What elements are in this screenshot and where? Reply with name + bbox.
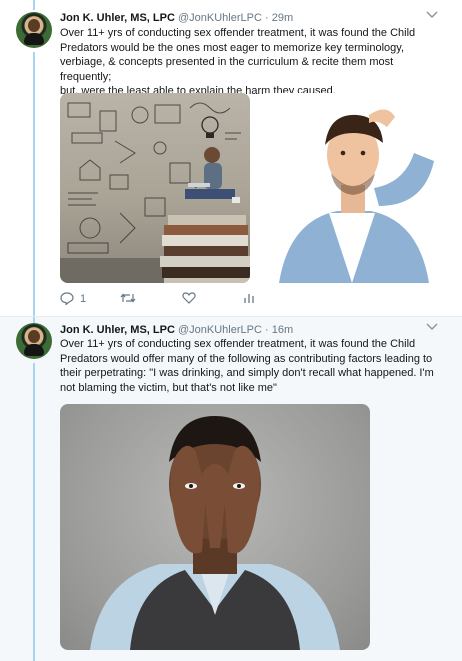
heart-icon [182,292,196,304]
author-handle[interactable]: @JonKUhlerLPC [178,324,262,336]
tweet-header: Jon K. Uhler, MS, LPC @JonKUhlerLPC · 16… [60,323,293,337]
tweet-image-confused-man[interactable] [259,93,449,283]
retweet-icon [120,292,136,304]
tweet-time[interactable]: 29m [272,12,293,24]
reply-icon [60,292,74,305]
tweet-text-line: not blaming the victim, but that's not l… [60,381,277,394]
tweet[interactable]: Jon K. Uhler, MS, LPC @JonKUhlerLPC · 16… [0,316,462,661]
analytics-button[interactable] [243,292,255,304]
tweet-image-doodles[interactable] [60,93,250,283]
tweet-text-line: Predators would be the ones most eager t… [60,41,405,54]
lightbulb-icon [201,116,219,138]
tweet-text-line: their perpetrating: "I was drinking, and… [60,367,434,380]
doodle-wall-illustration [60,102,250,283]
author-name[interactable]: Jon K. Uhler, MS, LPC [60,324,175,336]
tweet-image-covering-face[interactable] [60,404,370,650]
author-name[interactable]: Jon K. Uhler, MS, LPC [60,12,175,24]
reply-button[interactable]: 1 [60,292,86,305]
chevron-down-icon[interactable] [426,323,438,331]
tweet-text-line: Over 11+ yrs of conducting sex offender … [60,27,416,39]
tweet[interactable]: Jon K. Uhler, MS, LPC @JonKUhlerLPC · 29… [0,0,462,316]
retweet-button[interactable] [120,292,136,304]
tweet-text-line: Over 11+ yrs of conducting sex offender … [60,338,416,350]
tweet-text-line: Predators would offer many of the follow… [60,352,433,365]
like-button[interactable] [182,292,196,304]
avatar[interactable] [16,12,52,48]
analytics-icon [243,292,255,304]
man-with-laptop [185,147,240,203]
thread-connector-top [33,0,35,10]
thread-connector [33,52,35,316]
author-handle[interactable]: @JonKUhlerLPC [178,12,262,24]
confused-man-illustration [279,109,434,283]
book-stack [160,215,250,283]
tweet-text-line: verbiage, & concepts presented in the cu… [60,56,394,83]
tweet-text: Over 11+ yrs of conducting sex offender … [60,26,446,99]
tweet-time[interactable]: 16m [272,324,293,336]
reply-count: 1 [80,292,87,305]
chevron-down-icon[interactable] [426,11,438,19]
separator: · [264,324,269,336]
tweet-header: Jon K. Uhler, MS, LPC @JonKUhlerLPC · 29… [60,11,293,25]
tweet-text: Over 11+ yrs of conducting sex offender … [60,337,446,395]
thread-connector [33,363,35,661]
separator: · [264,12,269,24]
avatar[interactable] [16,323,52,359]
man-covering-face-illustration [90,416,340,650]
